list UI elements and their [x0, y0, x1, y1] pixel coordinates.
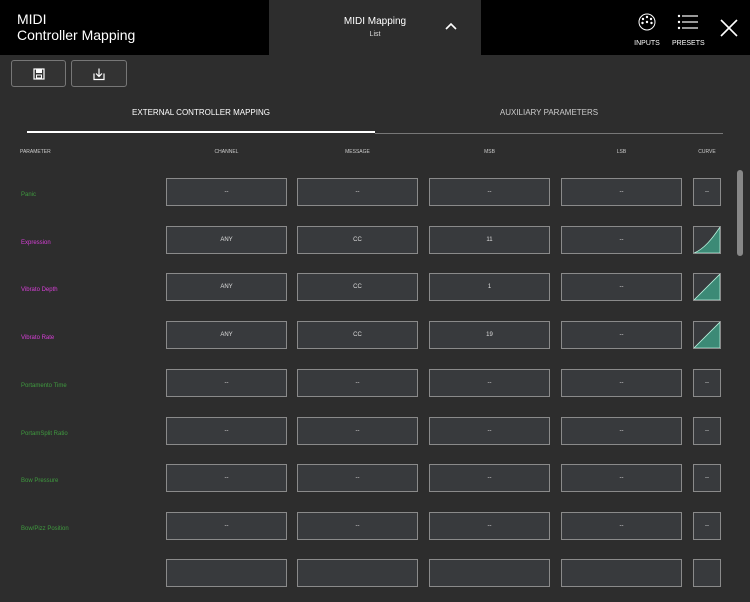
chevron-up-icon[interactable]: [445, 20, 457, 32]
curve-cell[interactable]: [693, 273, 721, 302]
parameter-name: Expression: [21, 239, 51, 246]
channel-cell[interactable]: --: [166, 178, 287, 206]
parameter-name: Bow Pressure: [21, 478, 59, 485]
midi-port-icon: [638, 13, 656, 31]
app-title-line2: Controller Mapping: [17, 27, 136, 43]
table-row: Vibrato Depth ANY CC 1 --: [0, 268, 735, 316]
table-row: Bow/Pizz Position -- -- -- -- --: [0, 507, 735, 555]
channel-cell[interactable]: [166, 559, 287, 587]
active-tab-indicator: [27, 131, 375, 133]
presets-button[interactable]: PRESETS: [672, 13, 705, 47]
msb-cell[interactable]: [429, 559, 550, 587]
table-row: PortamSplit Ratio -- -- -- -- --: [0, 412, 735, 460]
channel-cell[interactable]: --: [166, 464, 287, 493]
channel-cell[interactable]: --: [166, 511, 287, 540]
view-subtitle: List: [369, 31, 381, 38]
table-row: Panic -- -- -- -- --: [0, 173, 735, 221]
parameter-name: PortamSplit Ratio: [21, 430, 68, 437]
msb-cell[interactable]: --: [429, 511, 550, 540]
msb-cell[interactable]: --: [429, 464, 550, 493]
curve-cell[interactable]: [693, 321, 721, 350]
parameter-name: Vibrato Depth: [21, 287, 58, 294]
curve-cell[interactable]: --: [693, 511, 721, 540]
table-row: Expression ANY CC 11 --: [0, 221, 735, 269]
curve-cell[interactable]: --: [693, 368, 721, 397]
message-cell[interactable]: CC: [297, 225, 418, 254]
list-icon: [677, 14, 698, 30]
parameter-name: Vibrato Rate: [21, 335, 55, 342]
column-header-curve: CURVE: [698, 149, 716, 155]
msb-cell[interactable]: 1: [429, 273, 550, 302]
curve-cell[interactable]: [693, 559, 721, 587]
channel-cell[interactable]: ANY: [166, 321, 287, 350]
app-title-line1: MIDI: [17, 11, 47, 27]
lsb-cell[interactable]: --: [561, 321, 682, 350]
tab-external-controller-mapping[interactable]: EXTERNAL CONTROLLER MAPPING: [27, 108, 375, 117]
msb-cell[interactable]: --: [429, 178, 550, 206]
channel-cell[interactable]: ANY: [166, 225, 287, 254]
lsb-cell[interactable]: --: [561, 273, 682, 302]
presets-label: PRESETS: [672, 40, 705, 47]
column-header-parameter: PARAMETER: [20, 149, 51, 155]
msb-cell[interactable]: --: [429, 416, 550, 445]
lsb-cell[interactable]: [561, 559, 682, 587]
table-row-partial: [0, 554, 735, 602]
message-cell[interactable]: --: [297, 368, 418, 397]
lsb-cell[interactable]: --: [561, 511, 682, 540]
lsb-cell[interactable]: --: [561, 368, 682, 397]
inputs-label: INPUTS: [634, 40, 660, 47]
lsb-cell[interactable]: --: [561, 225, 682, 254]
table-row: Bow Pressure -- -- -- -- --: [0, 459, 735, 507]
curve-cell[interactable]: --: [693, 464, 721, 493]
parameter-name: Portamento Time: [21, 382, 67, 389]
message-cell[interactable]: --: [297, 178, 418, 206]
channel-cell[interactable]: --: [166, 416, 287, 445]
msb-cell[interactable]: 11: [429, 225, 550, 254]
lsb-cell[interactable]: --: [561, 178, 682, 206]
curve-cell[interactable]: --: [693, 178, 721, 206]
column-header-lsb: LSB: [616, 149, 627, 155]
message-cell[interactable]: CC: [297, 273, 418, 302]
message-cell[interactable]: --: [297, 511, 418, 540]
column-header-msb: MSB: [484, 149, 495, 155]
save-button[interactable]: [11, 60, 66, 87]
msb-cell[interactable]: 19: [429, 321, 550, 350]
scrollbar[interactable]: [737, 170, 743, 256]
lsb-cell[interactable]: --: [561, 416, 682, 445]
parameter-name: Bow/Pizz Position: [21, 525, 69, 532]
message-cell[interactable]: --: [297, 464, 418, 493]
parameter-name: Panic: [21, 192, 37, 198]
download-icon: [93, 68, 105, 80]
curve-graph-icon: [694, 322, 720, 349]
curve-graph-icon: [694, 226, 720, 253]
tab-auxiliary-parameters[interactable]: AUXILIARY PARAMETERS: [375, 108, 723, 117]
curve-cell[interactable]: [693, 225, 721, 254]
channel-cell[interactable]: --: [166, 368, 287, 397]
table-row: Portamento Time -- -- -- -- --: [0, 364, 735, 412]
lsb-cell[interactable]: --: [561, 464, 682, 493]
message-cell[interactable]: --: [297, 416, 418, 445]
curve-graph-icon: [694, 274, 720, 301]
import-button[interactable]: [71, 60, 127, 87]
channel-cell[interactable]: ANY: [166, 273, 287, 302]
curve-cell[interactable]: --: [693, 416, 721, 445]
msb-cell[interactable]: --: [429, 368, 550, 397]
close-icon[interactable]: [718, 17, 740, 39]
top-bar: MIDI Controller Mapping MIDI Mapping Lis…: [0, 0, 750, 55]
tab-divider: [375, 133, 723, 134]
save-icon: [32, 67, 45, 80]
inputs-button[interactable]: INPUTS: [633, 13, 661, 47]
column-header-message: MESSAGE: [345, 149, 370, 155]
app-title: MIDI Controller Mapping: [17, 11, 135, 43]
message-cell[interactable]: CC: [297, 321, 418, 350]
message-cell[interactable]: [297, 559, 418, 587]
table-row: Vibrato Rate ANY CC 19 --: [0, 316, 735, 364]
column-header-channel: CHANNEL: [214, 149, 239, 155]
view-selector[interactable]: MIDI Mapping List: [269, 0, 481, 55]
